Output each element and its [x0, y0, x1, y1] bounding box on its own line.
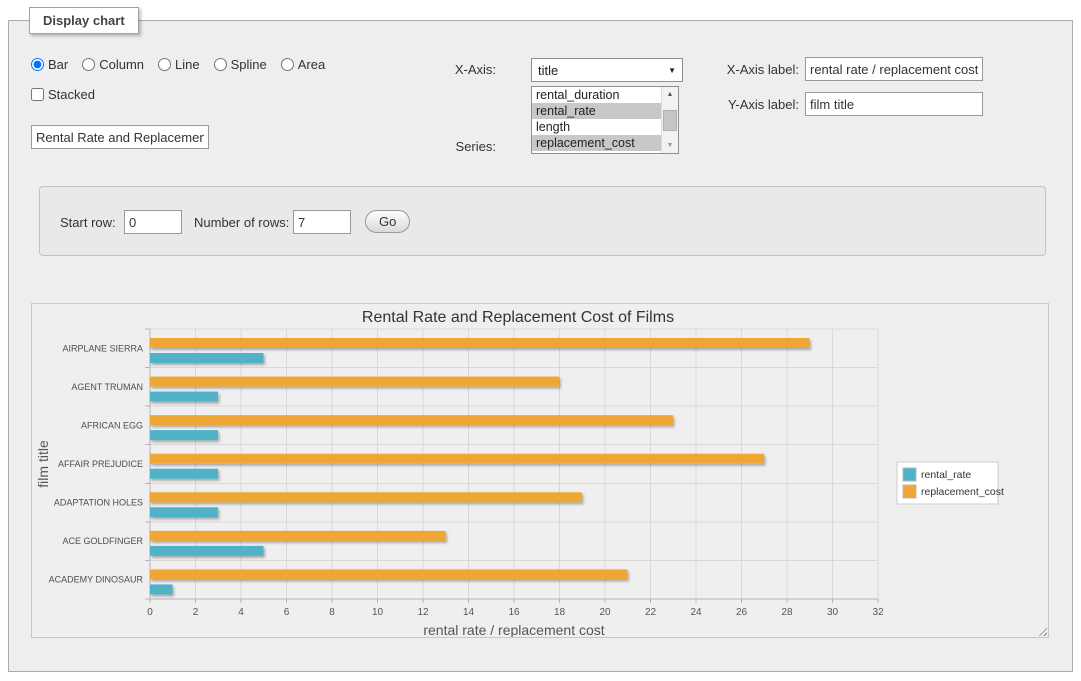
- bar-rental-rate-academy-dinosaur: [150, 584, 173, 594]
- chart-type-radio-column[interactable]: [82, 58, 95, 71]
- x-tick-label: 0: [147, 607, 153, 618]
- chart-type-option-bar[interactable]: Bar: [31, 57, 68, 72]
- y-axis-label-input[interactable]: [805, 92, 983, 116]
- number-of-rows-label: Number of rows:: [194, 215, 289, 230]
- stacked-option[interactable]: Stacked: [31, 87, 95, 102]
- start-row-label: Start row:: [60, 215, 116, 230]
- fieldset-legend: Display chart: [29, 7, 139, 34]
- category-label: ACADEMY DINOSAUR: [49, 575, 144, 585]
- bar-rental-rate-affair-prejudice: [150, 469, 218, 479]
- chart-type-label: Area: [298, 57, 325, 72]
- x-axis-selected-value: title: [538, 63, 558, 78]
- x-tick-label: 24: [690, 607, 702, 618]
- bar-rental-rate-adaptation-holes: [150, 507, 218, 517]
- chart-type-label: Spline: [231, 57, 267, 72]
- chart-type-option-column[interactable]: Column: [82, 57, 144, 72]
- bar-rental-rate-ace-goldfinger: [150, 546, 264, 556]
- x-tick-label: 14: [463, 607, 475, 618]
- x-tick-label: 2: [193, 607, 199, 618]
- bar-rental-rate-african-egg: [150, 430, 218, 440]
- x-axis-select-label: X-Axis:: [411, 62, 496, 77]
- chart-container: Rental Rate and Replacement Cost of Film…: [31, 303, 1049, 638]
- number-of-rows-input[interactable]: [293, 210, 351, 234]
- series-select-label: Series:: [411, 139, 496, 154]
- x-tick-label: 30: [827, 607, 839, 618]
- x-tick-label: 22: [645, 607, 657, 618]
- category-label: AFFAIR PREJUDICE: [58, 459, 143, 469]
- x-tick-label: 12: [417, 607, 429, 618]
- x-tick-label: 4: [238, 607, 244, 618]
- x-tick-label: 32: [872, 607, 884, 618]
- x-tick-label: 6: [284, 607, 290, 618]
- chart-type-radio-spline[interactable]: [214, 58, 227, 71]
- bar-replacement-cost-agent-truman: [150, 377, 559, 387]
- stacked-checkbox[interactable]: [31, 88, 44, 101]
- stacked-label: Stacked: [48, 87, 95, 102]
- series-option-length[interactable]: length: [532, 119, 678, 135]
- category-label: ADAPTATION HOLES: [54, 498, 143, 508]
- x-tick-label: 26: [736, 607, 748, 618]
- y-axis-label-label: Y-Axis label:: [639, 97, 799, 112]
- bar-chart: Rental Rate and Replacement Cost of Film…: [32, 304, 1048, 642]
- chart-title: Rental Rate and Replacement Cost of Film…: [362, 309, 674, 326]
- category-label: AGENT TRUMAN: [71, 382, 143, 392]
- chart-type-radio-group: Bar Column Line Spline Area: [31, 57, 325, 72]
- chart-type-option-line[interactable]: Line: [158, 57, 200, 72]
- category-label: AFRICAN EGG: [81, 420, 143, 430]
- bar-rental-rate-airplane-sierra: [150, 353, 264, 363]
- series-option-replacement-cost[interactable]: replacement_cost: [532, 135, 678, 151]
- chart-legend: rental_rate replacement_cost: [897, 462, 1004, 504]
- x-tick-label: 8: [329, 607, 335, 618]
- chart-type-option-spline[interactable]: Spline: [214, 57, 267, 72]
- x-axis-title: rental rate / replacement cost: [423, 622, 604, 637]
- legend-label: rental_rate: [921, 469, 971, 481]
- legend-item-rental-rate[interactable]: rental_rate: [903, 468, 971, 481]
- scroll-down-icon[interactable]: ▼: [662, 138, 678, 153]
- chart-type-label: Column: [99, 57, 144, 72]
- legend-label: replacement_cost: [921, 486, 1004, 498]
- chart-type-option-area[interactable]: Area: [281, 57, 325, 72]
- chart-type-label: Line: [175, 57, 200, 72]
- category-label: ACE GOLDFINGER: [62, 536, 143, 546]
- x-tick-label: 28: [781, 607, 793, 618]
- scrollbar-thumb[interactable]: [663, 110, 677, 131]
- x-axis-label-label: X-Axis label:: [639, 62, 799, 77]
- bar-replacement-cost-ace-goldfinger: [150, 531, 446, 541]
- bar-replacement-cost-airplane-sierra: [150, 338, 810, 348]
- bar-rental-rate-agent-truman: [150, 392, 218, 402]
- legend-swatch: [903, 468, 916, 481]
- y-axis-title: film title: [35, 440, 51, 488]
- bar-replacement-cost-african-egg: [150, 415, 673, 425]
- start-row-input[interactable]: [124, 210, 182, 234]
- chart-title-input[interactable]: [31, 125, 209, 149]
- chart-type-radio-line[interactable]: [158, 58, 171, 71]
- x-tick-label: 18: [554, 607, 566, 618]
- category-label: AIRPLANE SIERRA: [62, 343, 143, 353]
- chart-type-label: Bar: [48, 57, 68, 72]
- chart-type-radio-area[interactable]: [281, 58, 294, 71]
- chart-svg: Rental Rate and Replacement Cost of Film…: [32, 304, 1048, 637]
- x-tick-label: 10: [372, 607, 384, 618]
- bar-replacement-cost-academy-dinosaur: [150, 569, 628, 579]
- x-axis-label-input[interactable]: [805, 57, 983, 81]
- x-tick-label: 20: [599, 607, 611, 618]
- chart-type-radio-bar[interactable]: [31, 58, 44, 71]
- row-range-panel: Start row: Number of rows: Go: [39, 186, 1046, 256]
- x-tick-label: 16: [508, 607, 520, 618]
- legend-swatch: [903, 485, 916, 498]
- display-chart-fieldset: Display chart BarColumnLineSplineArea St…: [8, 20, 1073, 672]
- bar-replacement-cost-adaptation-holes: [150, 492, 582, 502]
- bar-replacement-cost-affair-prejudice: [150, 454, 764, 464]
- go-button[interactable]: Go: [365, 210, 410, 233]
